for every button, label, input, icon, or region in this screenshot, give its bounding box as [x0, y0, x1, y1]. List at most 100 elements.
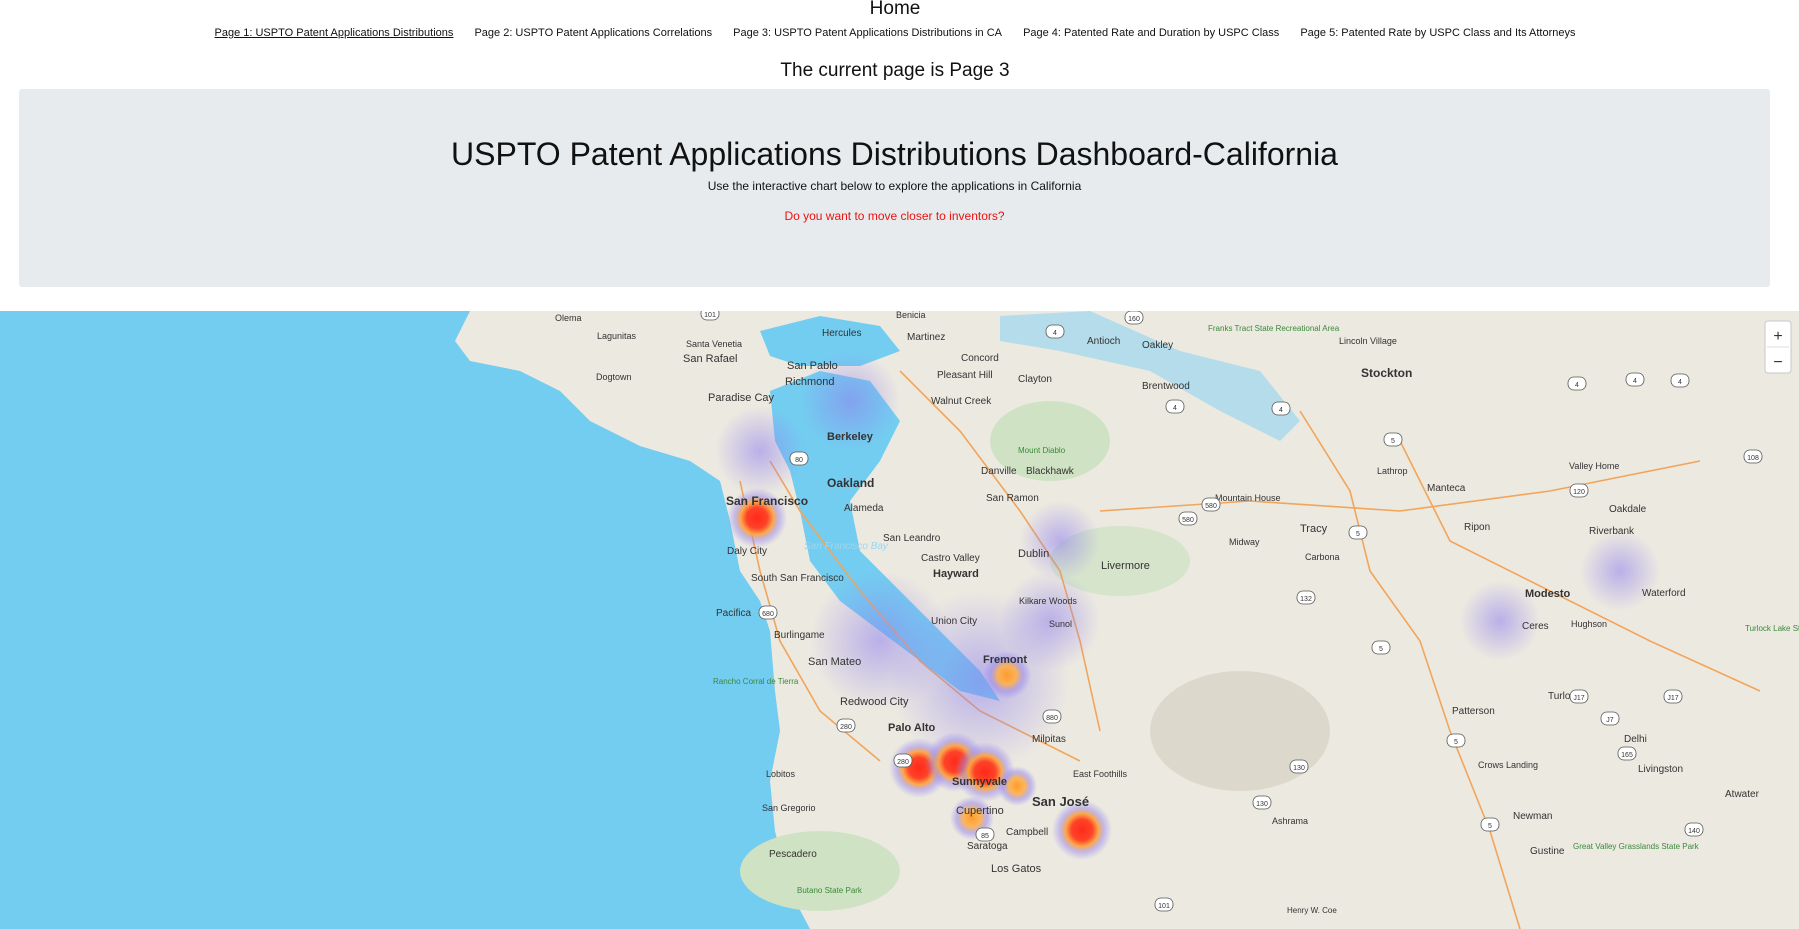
- label-saratoga: Saratoga: [967, 841, 1008, 852]
- svg-text:J7: J7: [1606, 717, 1614, 724]
- label-ashrama: Ashrama: [1272, 816, 1308, 826]
- current-page-label: The current page is Page 3: [780, 60, 1010, 81]
- nav-page-5[interactable]: Page 5: Patented Rate by USPC Class and …: [1300, 27, 1575, 39]
- label-henry-w-coe: Henry W. Coe: [1287, 906, 1337, 915]
- route-shield-J17: J17: [1569, 689, 1589, 704]
- svg-text:130: 130: [1293, 765, 1305, 772]
- svg-text:101: 101: [1158, 903, 1170, 910]
- route-shield-132: 132: [1296, 590, 1316, 605]
- label-olema: Olema: [555, 313, 582, 323]
- label-fremont: Fremont: [983, 654, 1027, 666]
- label-east-foothills: East Foothills: [1073, 769, 1128, 779]
- label-mountain-house: Mountain House: [1215, 493, 1281, 503]
- nav-page-2[interactable]: Page 2: USPTO Patent Applications Correl…: [474, 27, 712, 39]
- map-canvas[interactable]: Olema Lagunitas Santa Venetia San Rafael…: [0, 311, 1799, 929]
- label-manteca: Manteca: [1427, 483, 1466, 494]
- label-walnut-creek: Walnut Creek: [931, 396, 992, 407]
- route-shield-120: 120: [1569, 483, 1589, 498]
- label-waterford: Waterford: [1642, 588, 1686, 599]
- label-sf-bay: San Francisco Bay: [804, 541, 889, 552]
- home-link[interactable]: Home: [0, 0, 1790, 18]
- zoom-out-button[interactable]: −: [1773, 354, 1782, 371]
- label-lathrop: Lathrop: [1377, 466, 1408, 476]
- zoom-controls[interactable]: + −: [1764, 320, 1792, 374]
- label-hayward: Hayward: [933, 568, 979, 580]
- label-riverbank: Riverbank: [1589, 526, 1635, 537]
- svg-text:140: 140: [1688, 828, 1700, 835]
- dashboard-title: USPTO Patent Applications Distributions …: [451, 136, 1338, 172]
- nav-page-1[interactable]: Page 1: USPTO Patent Applications Distri…: [215, 27, 454, 39]
- label-blackhawk: Blackhawk: [1026, 466, 1075, 477]
- label-san-gregorio: San Gregorio: [762, 803, 816, 813]
- route-shield-280: 280: [836, 718, 856, 733]
- route-shield-140: 140: [1684, 822, 1704, 837]
- label-san-pablo: San Pablo: [787, 360, 838, 372]
- nav-page-3[interactable]: Page 3: USPTO Patent Applications Distri…: [733, 27, 1002, 39]
- label-oakdale: Oakdale: [1609, 504, 1647, 515]
- label-valley-home: Valley Home: [1569, 461, 1619, 471]
- svg-text:4: 4: [1678, 379, 1682, 386]
- label-tracy: Tracy: [1300, 523, 1328, 535]
- route-shield-108: 108: [1743, 449, 1763, 464]
- route-shield-280: 280: [893, 753, 913, 768]
- svg-text:130: 130: [1256, 801, 1268, 808]
- zoom-in-button[interactable]: +: [1773, 328, 1782, 345]
- label-san-rafael: San Rafael: [683, 353, 737, 365]
- route-shield-101: 101: [1154, 897, 1174, 912]
- route-shield-4: 4: [1045, 324, 1065, 339]
- heatmap-map[interactable]: Olema Lagunitas Santa Venetia San Rafael…: [0, 311, 1799, 929]
- svg-text:5: 5: [1488, 823, 1492, 830]
- inventors-question: Do you want to move closer to inventors?: [784, 209, 1005, 223]
- svg-text:4: 4: [1279, 407, 1283, 414]
- svg-text:5: 5: [1454, 739, 1458, 746]
- label-lobitos: Lobitos: [766, 769, 796, 779]
- label-san-francisco: San Francisco: [726, 494, 808, 508]
- label-danville: Danville: [981, 466, 1017, 477]
- label-antioch: Antioch: [1087, 336, 1120, 347]
- label-alameda: Alameda: [844, 503, 884, 514]
- label-kilkare-woods: Kilkare Woods: [1019, 596, 1077, 606]
- label-dogtown: Dogtown: [596, 372, 632, 382]
- svg-text:101: 101: [704, 312, 716, 319]
- svg-text:5: 5: [1356, 531, 1360, 538]
- label-lincoln-village: Lincoln Village: [1339, 336, 1397, 346]
- label-south-san-francisco: South San Francisco: [751, 573, 844, 584]
- label-franks-tract: Franks Tract State Recreational Area: [1208, 324, 1340, 333]
- svg-text:4: 4: [1633, 378, 1637, 385]
- label-hercules: Hercules: [822, 328, 861, 339]
- route-shield-5: 5: [1371, 640, 1391, 655]
- label-santa-venetia: Santa Venetia: [686, 339, 742, 349]
- label-daly-city: Daly City: [727, 546, 767, 557]
- label-great-valley-grasslands: Great Valley Grasslands State Park: [1573, 842, 1700, 851]
- svg-text:4: 4: [1053, 330, 1057, 337]
- route-shield-130: 130: [1289, 759, 1309, 774]
- label-campbell: Campbell: [1006, 827, 1048, 838]
- route-shield-160: 160: [1124, 311, 1144, 325]
- park-area: [740, 831, 900, 911]
- label-castro-valley: Castro Valley: [921, 553, 980, 564]
- label-atwater: Atwater: [1725, 789, 1760, 800]
- label-oakland: Oakland: [827, 476, 874, 490]
- route-shield-4: 4: [1567, 376, 1587, 391]
- route-shield-101: 101: [700, 311, 720, 321]
- label-lagunitas: Lagunitas: [597, 331, 637, 341]
- route-shield-4: 4: [1670, 373, 1690, 388]
- label-san-mateo: San Mateo: [808, 656, 861, 668]
- label-redwood-city: Redwood City: [840, 696, 909, 708]
- nav-page-4[interactable]: Page 4: Patented Rate and Duration by US…: [1023, 27, 1279, 39]
- svg-text:5: 5: [1379, 646, 1383, 653]
- route-shield-4: 4: [1165, 399, 1185, 414]
- label-martinez: Martinez: [907, 332, 945, 343]
- route-shield-580: 580: [1201, 497, 1221, 512]
- svg-text:4: 4: [1173, 405, 1177, 412]
- label-ripon: Ripon: [1464, 522, 1490, 533]
- label-richmond: Richmond: [785, 376, 835, 388]
- route-shield-4: 4: [1625, 372, 1645, 387]
- svg-text:580: 580: [1205, 503, 1217, 510]
- dashboard-subtitle: Use the interactive chart below to explo…: [707, 179, 1082, 193]
- svg-text:85: 85: [981, 833, 989, 840]
- label-livingston: Livingston: [1638, 764, 1683, 775]
- label-ceres: Ceres: [1522, 621, 1549, 632]
- svg-text:J17: J17: [1667, 695, 1678, 702]
- route-shield-85: 85: [975, 827, 995, 842]
